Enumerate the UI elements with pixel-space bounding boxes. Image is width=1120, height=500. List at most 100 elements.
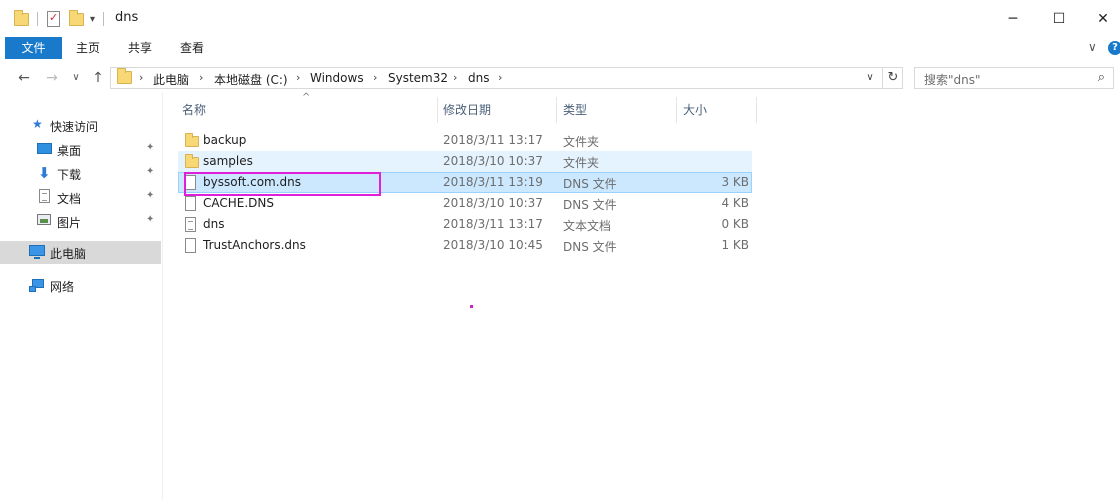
close-button[interactable]: ✕ [1080, 0, 1120, 37]
toolbar-divider [103, 12, 105, 26]
title-bar: ▾ dns ─ ☐ ✕ [0, 0, 1120, 37]
file-row[interactable]: samples 2018/3/10 10:37 文件夹 [178, 151, 752, 172]
breadcrumb-system32[interactable]: System32 [388, 71, 448, 85]
sidebar-item-quick-access[interactable]: ★ 快速访问 [0, 114, 161, 136]
tab-view[interactable]: 查看 [166, 37, 218, 59]
new-folder-icon[interactable] [69, 9, 84, 26]
sidebar-item-label: 图片 [57, 216, 82, 230]
file-name: samples [203, 154, 253, 168]
column-divider[interactable] [756, 97, 757, 123]
breadcrumb-separator[interactable]: › [453, 71, 457, 84]
file-size: 1 KB [721, 238, 749, 252]
minimize-button[interactable]: ─ [990, 0, 1036, 37]
network-icon [29, 277, 44, 292]
search-input[interactable]: 搜索"dns" ⌕ [914, 67, 1114, 89]
sidebar-item-label: 此电脑 [50, 247, 87, 261]
sidebar-item-label: 下载 [57, 168, 82, 182]
breadcrumb-this-pc[interactable]: 此电脑 [153, 71, 189, 88]
file-row[interactable]: backup 2018/3/11 13:17 文件夹 [178, 130, 752, 151]
customize-toolbar-chevron-icon[interactable]: ▾ [90, 14, 95, 25]
file-size: 0 KB [721, 217, 749, 231]
file-name: dns [203, 217, 225, 231]
file-name: TrustAnchors.dns [203, 238, 306, 252]
document-icon [39, 189, 50, 203]
file-type: 文件夹 [563, 156, 600, 170]
annotation-dot [470, 305, 473, 308]
sort-ascending-icon: ^ [302, 92, 311, 103]
address-bar[interactable]: › 此电脑 › 本地磁盘 (C:) › Windows › System32 ›… [110, 67, 903, 89]
pin-icon[interactable]: ✦ [146, 214, 154, 225]
tab-file[interactable]: 文件 [5, 37, 62, 59]
file-row[interactable]: TrustAnchors.dns 2018/3/10 10:45 DNS 文件 … [178, 235, 752, 256]
breadcrumb-separator[interactable]: › [296, 71, 300, 84]
properties-icon[interactable] [47, 11, 60, 27]
toolbar-divider [37, 12, 38, 26]
file-row[interactable]: CACHE.DNS 2018/3/10 10:37 DNS 文件 4 KB [178, 193, 752, 214]
breadcrumb-windows[interactable]: Windows [310, 71, 364, 85]
download-icon: ⬇ [38, 164, 51, 182]
sidebar-item-pictures[interactable]: 图片 ✦ [0, 210, 161, 232]
file-icon [185, 238, 196, 253]
file-row[interactable]: dns 2018/3/11 13:17 文本文档 0 KB [178, 214, 752, 235]
recent-locations-chevron-icon[interactable]: ∨ [68, 64, 84, 92]
folder-icon [185, 154, 199, 168]
column-header-type[interactable]: 类型 [563, 97, 587, 123]
file-size: 3 KB [721, 175, 749, 189]
sidebar-item-label: 网络 [50, 280, 75, 294]
sidebar-item-downloads[interactable]: ⬇ 下载 ✦ [0, 162, 161, 184]
sidebar-item-network[interactable]: 网络 [0, 274, 161, 296]
expand-ribbon-chevron-icon[interactable]: ∨ [1088, 40, 1097, 54]
up-button[interactable]: ↑ [88, 64, 108, 92]
tab-home[interactable]: 主页 [62, 37, 114, 59]
column-divider[interactable] [437, 97, 438, 123]
maximize-button[interactable]: ☐ [1036, 0, 1082, 37]
folder-icon [185, 133, 199, 147]
file-modified: 2018/3/11 13:17 [443, 217, 543, 231]
file-type: DNS 文件 [563, 177, 617, 191]
pictures-icon [37, 214, 51, 225]
desktop-icon [37, 143, 52, 154]
back-button[interactable]: ← [14, 64, 34, 92]
ribbon-tabs: 文件 主页 共享 查看 [0, 37, 1120, 59]
help-icon[interactable]: ? [1108, 41, 1120, 55]
pin-icon[interactable]: ✦ [146, 166, 154, 177]
sidebar-item-this-pc[interactable]: 此电脑 [0, 241, 161, 264]
breadcrumb-local-disk[interactable]: 本地磁盘 (C:) [214, 71, 288, 88]
column-header-modified[interactable]: 修改日期 [443, 97, 491, 123]
breadcrumb-separator[interactable]: › [199, 71, 203, 84]
breadcrumb-dns[interactable]: dns [468, 71, 489, 85]
window-title: dns [115, 10, 139, 25]
column-header-size[interactable]: 大小 [683, 97, 707, 123]
file-modified: 2018/3/11 13:19 [443, 175, 543, 189]
computer-icon [29, 245, 45, 259]
tab-share[interactable]: 共享 [114, 37, 166, 59]
file-modified: 2018/3/11 13:17 [443, 133, 543, 147]
address-dropdown-chevron-icon[interactable]: ∨ [860, 67, 880, 89]
file-modified: 2018/3/10 10:45 [443, 238, 543, 252]
text-document-icon [185, 217, 196, 232]
file-modified: 2018/3/10 10:37 [443, 196, 543, 210]
sidebar-item-documents[interactable]: 文档 ✦ [0, 186, 161, 208]
file-type: DNS 文件 [563, 240, 617, 254]
folder-icon [14, 9, 29, 26]
file-type: DNS 文件 [563, 198, 617, 212]
file-modified: 2018/3/10 10:37 [443, 154, 543, 168]
column-header-name[interactable]: 名称 [182, 97, 206, 123]
breadcrumb-separator[interactable]: › [139, 71, 143, 84]
refresh-button[interactable]: ↻ [882, 67, 903, 89]
file-size: 4 KB [721, 196, 749, 210]
pin-icon[interactable]: ✦ [146, 142, 154, 153]
pin-icon[interactable]: ✦ [146, 190, 154, 201]
forward-button[interactable]: → [42, 64, 62, 92]
column-divider[interactable] [676, 97, 677, 123]
annotation-highlight-box [184, 172, 381, 196]
file-type: 文件夹 [563, 135, 600, 149]
quick-access-toolbar: ▾ [14, 9, 105, 28]
sidebar-item-label: 文档 [57, 192, 82, 206]
breadcrumb-separator[interactable]: › [498, 71, 502, 84]
search-placeholder: 搜索"dns" [924, 73, 981, 87]
search-icon[interactable]: ⌕ [1098, 70, 1105, 85]
sidebar-item-desktop[interactable]: 桌面 ✦ [0, 138, 161, 160]
column-divider[interactable] [556, 97, 557, 123]
breadcrumb-separator[interactable]: › [373, 71, 377, 84]
